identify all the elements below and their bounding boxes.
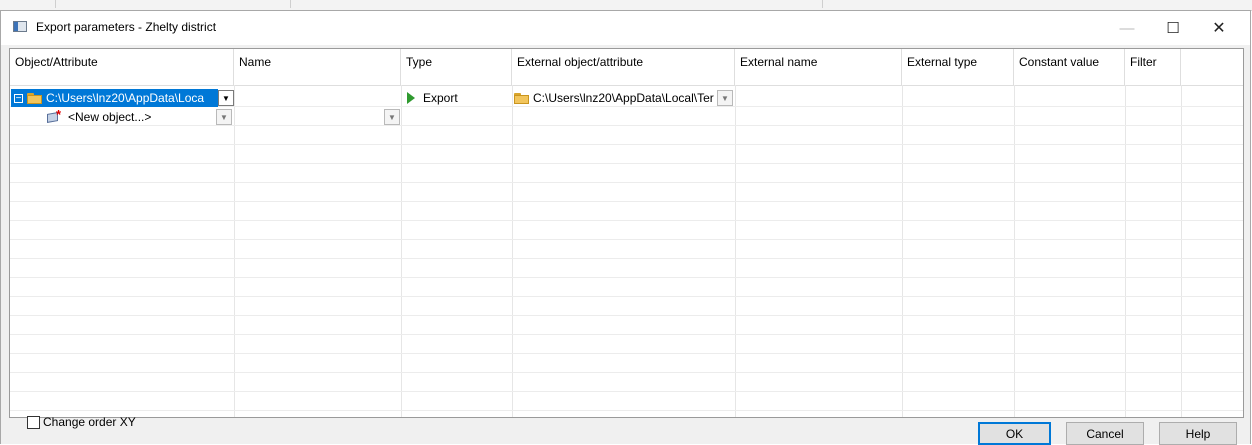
- column-divider: [234, 85, 235, 417]
- row-divider: [10, 258, 1243, 259]
- row-divider: [10, 334, 1243, 335]
- help-button[interactable]: Help: [1159, 422, 1237, 445]
- row-divider: [10, 410, 1243, 411]
- new-object-dropdown-button[interactable]: ▼: [216, 109, 232, 125]
- row-divider: [10, 277, 1243, 278]
- close-button[interactable]: ✕: [1196, 11, 1242, 45]
- new-object-text: <New object...>: [68, 110, 152, 124]
- collapse-icon[interactable]: −: [14, 93, 23, 103]
- column-divider: [1014, 85, 1015, 417]
- column-divider: [902, 85, 903, 417]
- column-header-external-type[interactable]: External type: [902, 49, 1014, 85]
- object-path-text: C:\Users\lnz20\AppData\Loca: [46, 91, 205, 105]
- background-tick: [55, 0, 56, 8]
- window-title: Export parameters - Zhelty district: [36, 20, 217, 34]
- type-cell[interactable]: Export: [403, 89, 511, 107]
- maximize-button[interactable]: ☐: [1150, 11, 1196, 45]
- title-bar[interactable]: Export parameters - Zhelty district — ☐ …: [1, 11, 1250, 45]
- row-divider: [10, 220, 1243, 221]
- row-divider: [10, 315, 1243, 316]
- parameters-grid[interactable]: Object/Attribute Name Type External obje…: [9, 48, 1244, 418]
- export-parameters-dialog: Export parameters - Zhelty district — ☐ …: [0, 10, 1251, 444]
- change-order-xy-checkbox[interactable]: [27, 416, 40, 429]
- column-header-constant-value[interactable]: Constant value: [1014, 49, 1125, 85]
- folder-icon: [27, 92, 42, 104]
- ok-button[interactable]: OK: [978, 422, 1051, 445]
- app-window-icon: [13, 21, 27, 32]
- column-header-external-name[interactable]: External name: [735, 49, 902, 85]
- column-header-object-attribute[interactable]: Object/Attribute: [10, 49, 234, 85]
- change-order-xy-label[interactable]: Change order XY: [43, 415, 136, 429]
- column-header-type[interactable]: Type: [401, 49, 512, 85]
- folder-icon: [514, 92, 529, 104]
- row-divider: [10, 201, 1243, 202]
- tree-row-root[interactable]: − C:\Users\lnz20\AppData\Loca: [11, 89, 218, 107]
- name-dropdown-button[interactable]: ▼: [384, 109, 400, 125]
- column-divider: [1125, 85, 1126, 417]
- minimize-button[interactable]: —: [1104, 11, 1150, 45]
- row-divider: [10, 239, 1243, 240]
- external-object-cell[interactable]: C:\Users\lnz20\AppData\Local\Ter: [514, 89, 714, 107]
- column-header-external-object[interactable]: External object/attribute: [512, 49, 735, 85]
- column-divider: [1181, 85, 1182, 417]
- column-header-name[interactable]: Name: [234, 49, 401, 85]
- row-divider: [10, 372, 1243, 373]
- export-arrow-icon: [407, 92, 415, 104]
- external-object-dropdown-button[interactable]: ▼: [717, 90, 733, 106]
- column-divider: [401, 85, 402, 417]
- row-divider: [10, 163, 1243, 164]
- external-object-path-text: C:\Users\lnz20\AppData\Local\Ter: [533, 91, 714, 105]
- column-header-filter[interactable]: Filter: [1125, 49, 1181, 85]
- type-value: Export: [423, 91, 458, 105]
- background-tick: [822, 0, 823, 8]
- background-tick: [290, 0, 291, 8]
- column-divider: [512, 85, 513, 417]
- grid-header: Object/Attribute Name Type External obje…: [10, 49, 1243, 86]
- tree-row-new-object[interactable]: <New object...>: [46, 108, 216, 126]
- column-divider: [735, 85, 736, 417]
- object-dropdown-button[interactable]: ▼: [218, 90, 234, 106]
- cancel-button[interactable]: Cancel: [1066, 422, 1144, 445]
- row-divider: [10, 144, 1243, 145]
- new-object-icon: [46, 108, 62, 123]
- row-divider: [10, 391, 1243, 392]
- row-divider: [10, 353, 1243, 354]
- row-divider: [10, 182, 1243, 183]
- row-divider: [10, 296, 1243, 297]
